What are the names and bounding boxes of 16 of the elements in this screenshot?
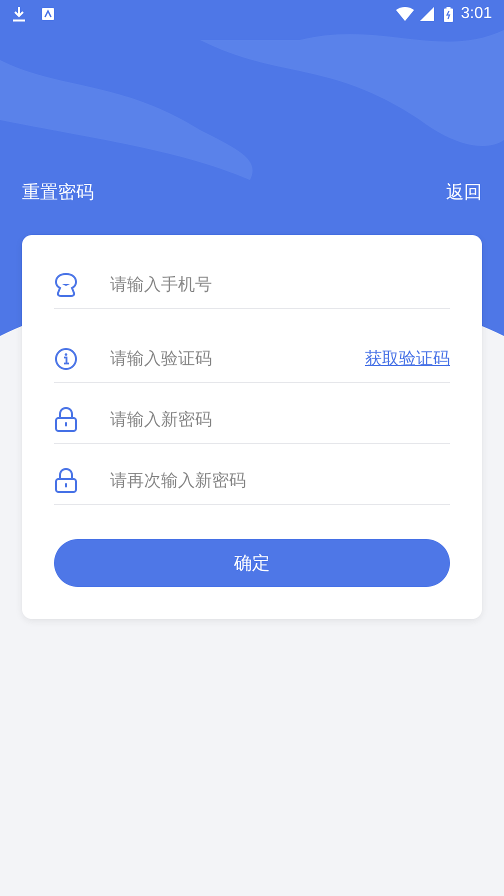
wifi-icon (396, 7, 414, 21)
confirm-button[interactable]: 确定 (54, 539, 450, 587)
download-icon (12, 6, 26, 22)
input-field[interactable]: 请输入验证码 (110, 344, 365, 374)
back-button[interactable]: 返回 (446, 178, 482, 206)
input-field[interactable]: 请输入新密码 (110, 404, 450, 434)
lock-icon (54, 406, 78, 433)
page-title: 重置密码 (22, 180, 94, 204)
signal-icon (420, 7, 434, 21)
lock-icon (54, 467, 78, 494)
status-time: 3:01 (460, 4, 492, 24)
get-code-link[interactable]: 获取验证码 (365, 346, 450, 372)
app-icon (42, 8, 54, 20)
input-field[interactable]: 请输入手机号 (110, 270, 450, 300)
input-field[interactable]: 请再次输入新密码 (110, 466, 450, 496)
info-icon (54, 346, 78, 370)
